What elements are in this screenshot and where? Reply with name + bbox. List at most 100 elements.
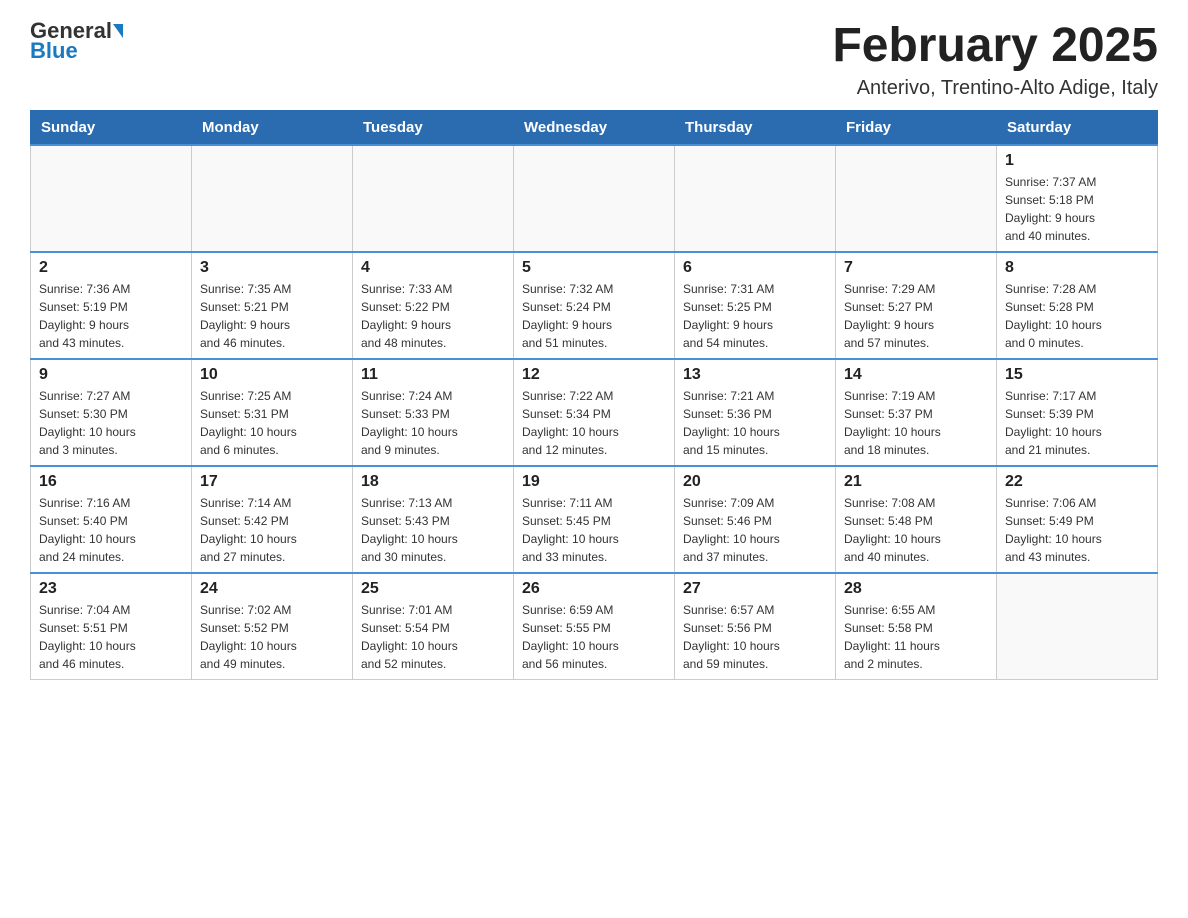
day-info: Sunrise: 7:19 AM Sunset: 5:37 PM Dayligh… — [844, 387, 988, 459]
calendar-day-cell: 7 Sunrise: 7:29 AM Sunset: 5:27 PM Daylig… — [836, 252, 997, 359]
day-number: 17 — [200, 473, 344, 491]
day-number: 24 — [200, 580, 344, 598]
day-info: Sunrise: 7:08 AM Sunset: 5:48 PM Dayligh… — [844, 494, 988, 566]
calendar-weekday-tuesday: Tuesday — [353, 110, 514, 145]
calendar-day-cell: 27 Sunrise: 6:57 AM Sunset: 5:56 PM Dayli… — [675, 573, 836, 680]
day-number: 5 — [522, 259, 666, 277]
calendar-day-cell: 1 Sunrise: 7:37 AM Sunset: 5:18 PM Daylig… — [997, 145, 1158, 252]
calendar-day-cell: 9 Sunrise: 7:27 AM Sunset: 5:30 PM Daylig… — [31, 359, 192, 466]
day-info: Sunrise: 7:33 AM Sunset: 5:22 PM Dayligh… — [361, 280, 505, 352]
logo-blue-text: Blue — [30, 40, 78, 62]
day-info: Sunrise: 7:36 AM Sunset: 5:19 PM Dayligh… — [39, 280, 183, 352]
calendar-day-cell: 6 Sunrise: 7:31 AM Sunset: 5:25 PM Daylig… — [675, 252, 836, 359]
day-info: Sunrise: 7:13 AM Sunset: 5:43 PM Dayligh… — [361, 494, 505, 566]
day-number: 7 — [844, 259, 988, 277]
calendar-day-cell — [675, 145, 836, 252]
calendar-day-cell: 13Sunrise: 7:21 AM Sunset: 5:36 PM Dayli… — [675, 359, 836, 466]
calendar-day-cell: 16 Sunrise: 7:16 AM Sunset: 5:40 PM Dayli… — [31, 466, 192, 573]
calendar-day-cell: 23 Sunrise: 7:04 AM Sunset: 5:51 PM Dayli… — [31, 573, 192, 680]
calendar-header: SundayMondayTuesdayWednesdayThursdayFrid… — [31, 110, 1158, 145]
calendar-day-cell — [192, 145, 353, 252]
day-info: Sunrise: 6:57 AM Sunset: 5:56 PM Dayligh… — [683, 601, 827, 673]
day-number: 26 — [522, 580, 666, 598]
calendar-day-cell: 11Sunrise: 7:24 AM Sunset: 5:33 PM Dayli… — [353, 359, 514, 466]
day-info: Sunrise: 7:17 AM Sunset: 5:39 PM Dayligh… — [1005, 387, 1149, 459]
calendar-day-cell: 26Sunrise: 6:59 AM Sunset: 5:55 PM Dayli… — [514, 573, 675, 680]
calendar-day-cell: 12 Sunrise: 7:22 AM Sunset: 5:34 PM Dayli… — [514, 359, 675, 466]
day-number: 28 — [844, 580, 988, 598]
day-number: 19 — [522, 473, 666, 491]
calendar-day-cell: 22Sunrise: 7:06 AM Sunset: 5:49 PM Dayli… — [997, 466, 1158, 573]
day-info: Sunrise: 7:16 AM Sunset: 5:40 PM Dayligh… — [39, 494, 183, 566]
calendar-day-cell: 5 Sunrise: 7:32 AM Sunset: 5:24 PM Daylig… — [514, 252, 675, 359]
day-info: Sunrise: 7:04 AM Sunset: 5:51 PM Dayligh… — [39, 601, 183, 673]
day-info: Sunrise: 7:02 AM Sunset: 5:52 PM Dayligh… — [200, 601, 344, 673]
day-info: Sunrise: 7:14 AM Sunset: 5:42 PM Dayligh… — [200, 494, 344, 566]
day-number: 10 — [200, 366, 344, 384]
logo: General Blue — [30, 20, 123, 62]
page-subtitle: Anterivo, Trentino-Alto Adige, Italy — [832, 77, 1158, 100]
calendar-day-cell: 3 Sunrise: 7:35 AM Sunset: 5:21 PM Daylig… — [192, 252, 353, 359]
calendar-weekday-thursday: Thursday — [675, 110, 836, 145]
day-info: Sunrise: 7:32 AM Sunset: 5:24 PM Dayligh… — [522, 280, 666, 352]
day-number: 12 — [522, 366, 666, 384]
calendar-table: SundayMondayTuesdayWednesdayThursdayFrid… — [30, 110, 1158, 680]
day-info: Sunrise: 7:01 AM Sunset: 5:54 PM Dayligh… — [361, 601, 505, 673]
day-number: 16 — [39, 473, 183, 491]
calendar-week-row: 16 Sunrise: 7:16 AM Sunset: 5:40 PM Dayli… — [31, 466, 1158, 573]
day-info: Sunrise: 7:21 AM Sunset: 5:36 PM Dayligh… — [683, 387, 827, 459]
day-number: 15 — [1005, 366, 1149, 384]
calendar-day-cell: 8Sunrise: 7:28 AM Sunset: 5:28 PM Daylig… — [997, 252, 1158, 359]
calendar-day-cell: 21 Sunrise: 7:08 AM Sunset: 5:48 PM Dayli… — [836, 466, 997, 573]
day-number: 14 — [844, 366, 988, 384]
calendar-day-cell: 10 Sunrise: 7:25 AM Sunset: 5:31 PM Dayli… — [192, 359, 353, 466]
calendar-week-row: 23 Sunrise: 7:04 AM Sunset: 5:51 PM Dayli… — [31, 573, 1158, 680]
calendar-week-row: 1 Sunrise: 7:37 AM Sunset: 5:18 PM Daylig… — [31, 145, 1158, 252]
page-header: General Blue February 2025 Anterivo, Tre… — [30, 20, 1158, 100]
calendar-week-row: 2 Sunrise: 7:36 AM Sunset: 5:19 PM Daylig… — [31, 252, 1158, 359]
day-info: Sunrise: 7:22 AM Sunset: 5:34 PM Dayligh… — [522, 387, 666, 459]
day-info: Sunrise: 7:24 AM Sunset: 5:33 PM Dayligh… — [361, 387, 505, 459]
calendar-day-cell — [836, 145, 997, 252]
day-number: 21 — [844, 473, 988, 491]
calendar-day-cell — [353, 145, 514, 252]
calendar-weekday-sunday: Sunday — [31, 110, 192, 145]
title-area: February 2025 Anterivo, Trentino-Alto Ad… — [832, 20, 1158, 100]
calendar-day-cell: 28 Sunrise: 6:55 AM Sunset: 5:58 PM Dayli… — [836, 573, 997, 680]
day-info: Sunrise: 7:31 AM Sunset: 5:25 PM Dayligh… — [683, 280, 827, 352]
calendar-week-row: 9 Sunrise: 7:27 AM Sunset: 5:30 PM Daylig… — [31, 359, 1158, 466]
calendar-weekday-friday: Friday — [836, 110, 997, 145]
calendar-day-cell: 15 Sunrise: 7:17 AM Sunset: 5:39 PM Dayli… — [997, 359, 1158, 466]
calendar-day-cell — [514, 145, 675, 252]
day-number: 23 — [39, 580, 183, 598]
day-info: Sunrise: 6:55 AM Sunset: 5:58 PM Dayligh… — [844, 601, 988, 673]
calendar-day-cell: 20Sunrise: 7:09 AM Sunset: 5:46 PM Dayli… — [675, 466, 836, 573]
day-info: Sunrise: 7:35 AM Sunset: 5:21 PM Dayligh… — [200, 280, 344, 352]
day-number: 25 — [361, 580, 505, 598]
day-info: Sunrise: 7:37 AM Sunset: 5:18 PM Dayligh… — [1005, 173, 1149, 245]
calendar-weekday-saturday: Saturday — [997, 110, 1158, 145]
day-number: 2 — [39, 259, 183, 277]
calendar-day-cell: 25 Sunrise: 7:01 AM Sunset: 5:54 PM Dayli… — [353, 573, 514, 680]
calendar-day-cell: 19Sunrise: 7:11 AM Sunset: 5:45 PM Dayli… — [514, 466, 675, 573]
calendar-day-cell — [997, 573, 1158, 680]
day-info: Sunrise: 7:27 AM Sunset: 5:30 PM Dayligh… — [39, 387, 183, 459]
calendar-day-cell: 2 Sunrise: 7:36 AM Sunset: 5:19 PM Daylig… — [31, 252, 192, 359]
day-number: 4 — [361, 259, 505, 277]
calendar-day-cell — [31, 145, 192, 252]
day-number: 8 — [1005, 259, 1149, 277]
calendar-day-cell: 14 Sunrise: 7:19 AM Sunset: 5:37 PM Dayli… — [836, 359, 997, 466]
day-number: 22 — [1005, 473, 1149, 491]
calendar-weekday-wednesday: Wednesday — [514, 110, 675, 145]
day-number: 18 — [361, 473, 505, 491]
day-number: 9 — [39, 366, 183, 384]
day-number: 1 — [1005, 152, 1149, 170]
calendar-day-cell: 18 Sunrise: 7:13 AM Sunset: 5:43 PM Dayli… — [353, 466, 514, 573]
day-number: 3 — [200, 259, 344, 277]
day-number: 27 — [683, 580, 827, 598]
day-info: Sunrise: 7:25 AM Sunset: 5:31 PM Dayligh… — [200, 387, 344, 459]
day-info: Sunrise: 7:09 AM Sunset: 5:46 PM Dayligh… — [683, 494, 827, 566]
day-info: Sunrise: 7:29 AM Sunset: 5:27 PM Dayligh… — [844, 280, 988, 352]
calendar-header-row: SundayMondayTuesdayWednesdayThursdayFrid… — [31, 110, 1158, 145]
day-number: 6 — [683, 259, 827, 277]
